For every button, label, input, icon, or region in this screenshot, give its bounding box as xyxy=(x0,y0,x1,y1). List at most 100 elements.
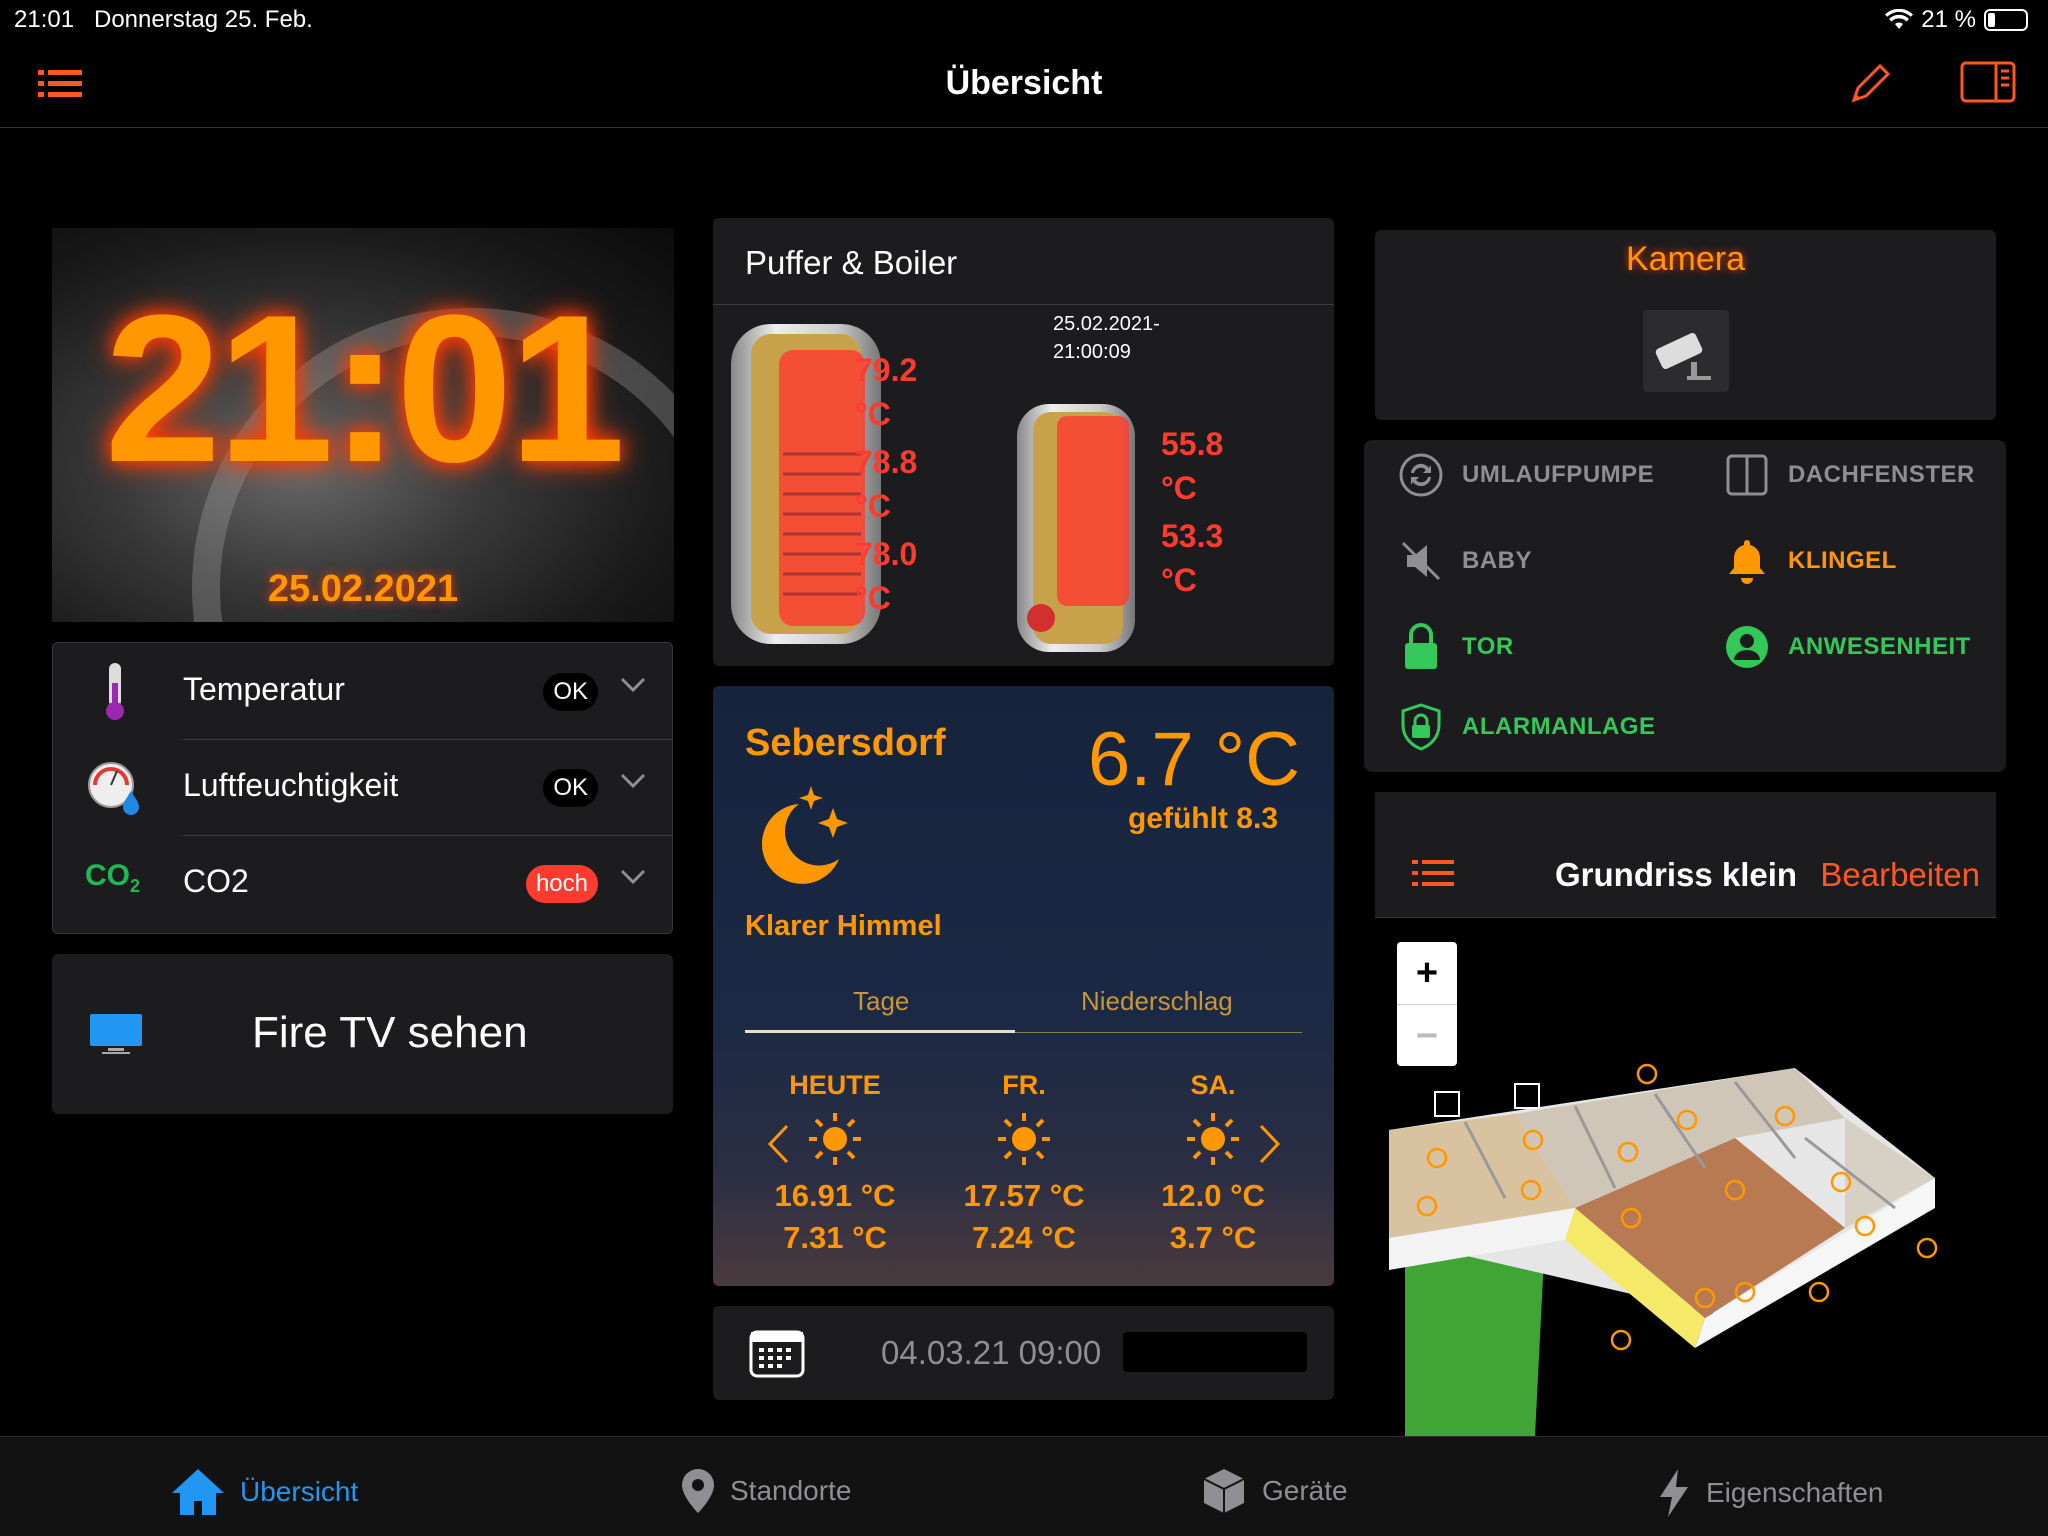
floorplan-map[interactable]: + − xyxy=(1375,918,1996,1436)
forecast-high: 12.0 °C xyxy=(1161,1178,1265,1213)
sync-icon xyxy=(1396,450,1446,500)
tank1-temp-top: 79.2 °C xyxy=(855,348,917,436)
state-label: UMLAUFPUMPE xyxy=(1462,461,1655,488)
state-label: ANWESENHEIT xyxy=(1788,633,1971,660)
weather-panel[interactable]: Sebersdorf 6.7 °C gefühlt 8.3 Klarer Him… xyxy=(713,686,1334,1286)
sidebar-toggle-button[interactable] xyxy=(1958,58,2018,106)
sensor-row-luftfeuchtigkeit[interactable]: Luftfeuchtigkeit OK xyxy=(53,739,672,835)
weather-condition: Klarer Himmel xyxy=(745,910,942,942)
state-dachfenster[interactable]: DACHFENSTER xyxy=(1722,450,1975,500)
timestamp: 25.02.2021- 21:00:09 xyxy=(1053,310,1213,366)
state-tor[interactable]: TOR xyxy=(1396,622,1514,672)
tank1-temp-mid: 78.8 °C xyxy=(855,440,917,528)
status-bar: 21:01 Donnerstag 25. Feb. 21 % xyxy=(0,0,2048,40)
floorplan-render xyxy=(1389,1063,1938,1436)
weather-temp: 6.7 °C xyxy=(1087,717,1300,802)
battery-icon xyxy=(1984,9,2028,31)
hygrometer-icon xyxy=(88,762,139,815)
lightning-icon xyxy=(1660,1469,1688,1517)
sidebar-icon xyxy=(1960,61,2016,103)
forecast-day-name: SA. xyxy=(1190,1070,1236,1100)
forecast-day: SA. 12.0 °C 3.7 °C xyxy=(1123,1070,1303,1256)
home-icon xyxy=(172,1469,224,1515)
weather-feels-like: gefühlt 8.3 xyxy=(1127,802,1278,835)
battery-percent: 21 % xyxy=(1921,6,1976,33)
state-alarmanlage[interactable]: ALARMANLAGE xyxy=(1396,702,1655,752)
tab-geraete[interactable]: Geräte xyxy=(1200,1467,1348,1515)
floorplan-edit-button[interactable]: Bearbeiten xyxy=(1820,856,1980,894)
sensor-row-temperatur[interactable]: Temperatur OK xyxy=(53,643,672,739)
edit-button[interactable] xyxy=(1846,60,1894,108)
calendar-icon xyxy=(749,1330,805,1378)
forecast-day-name: HEUTE xyxy=(789,1070,881,1100)
tank2-temp-top-unit: °C xyxy=(1161,470,1197,506)
window-icon xyxy=(1722,450,1772,500)
camera-panel[interactable]: Kamera xyxy=(1375,230,1996,420)
zoom-out-button[interactable]: − xyxy=(1397,1004,1457,1066)
forecast-low: 3.7 °C xyxy=(1169,1220,1257,1255)
sensor-row-co2[interactable]: CO2 CO2 hoch xyxy=(53,835,672,931)
pencil-icon xyxy=(1851,64,1890,103)
state-label: TOR xyxy=(1462,633,1514,660)
thermometer-icon xyxy=(106,663,124,720)
boiler-tank-image xyxy=(1017,404,1135,652)
forecast-low: 7.24 °C xyxy=(972,1220,1076,1255)
state-label: ALARMANLAGE xyxy=(1462,713,1656,740)
clock-time: 21:01 xyxy=(104,271,625,506)
tank1-temp-mid-unit: °C xyxy=(855,488,891,524)
status-badge: OK xyxy=(543,673,598,711)
calendar-event-panel[interactable]: 04.03.21 09:00 xyxy=(713,1306,1334,1400)
forecast-low: 7.31 °C xyxy=(783,1220,887,1255)
tab-label: Standorte xyxy=(730,1475,852,1506)
tab-uebersicht[interactable]: Übersicht xyxy=(170,1467,358,1517)
weather-city: Sebersdorf xyxy=(745,722,946,764)
status-badge: OK xyxy=(543,769,598,807)
nav-bar: Übersicht xyxy=(0,40,2048,128)
tab-eigenschaften[interactable]: Eigenschaften xyxy=(1656,1467,1883,1519)
state-baby[interactable]: BABY xyxy=(1396,536,1532,586)
tank2-temp-bottom-value: 53.3 xyxy=(1161,518,1224,554)
timestamp-line: 21:00:09 xyxy=(1053,341,1131,363)
wifi-icon xyxy=(1885,9,1914,29)
sensor-label: Temperatur xyxy=(183,671,345,707)
chevron-down-icon xyxy=(620,869,646,885)
tab-bar: Übersicht Standorte Geräte Eigenschaften xyxy=(0,1436,2048,1536)
tank2-temp-bottom-unit: °C xyxy=(1161,562,1197,598)
timestamp-line: 25.02.2021- xyxy=(1053,313,1160,335)
firetv-scene-button[interactable]: Fire TV sehen xyxy=(52,954,673,1114)
floorplan-title: Grundriss klein xyxy=(1555,856,1798,893)
status-badge-warning: hoch xyxy=(525,865,598,903)
list-icon xyxy=(1412,860,1454,886)
clock-date: 25.02.2021 xyxy=(267,568,459,610)
forecast-high: 16.91 °C xyxy=(774,1178,896,1213)
state-umlaufpumpe[interactable]: UMLAUFPUMPE xyxy=(1396,450,1654,500)
co2-icon-subscript: 2 xyxy=(130,876,141,896)
chevron-down-icon xyxy=(620,773,646,789)
forecast-day: FR. 17.57 °C 7.24 °C xyxy=(934,1070,1114,1256)
tab-niederschlag[interactable]: Niederschlag xyxy=(1081,986,1233,1017)
tab-label: Übersicht xyxy=(240,1476,359,1507)
forecast-high: 17.57 °C xyxy=(963,1178,1085,1213)
state-label: KLINGEL xyxy=(1788,547,1897,574)
zoom-in-button[interactable]: + xyxy=(1397,942,1457,1004)
co2-icon: CO2 xyxy=(85,859,140,897)
forecast-day: HEUTE 16.91 °C 7.31 °C xyxy=(745,1070,925,1256)
tab-standorte[interactable]: Standorte xyxy=(680,1467,851,1515)
state-anwesenheit[interactable]: ANWESENHEIT xyxy=(1722,622,1971,672)
moon-stars-icon xyxy=(761,786,848,884)
floorplan-list-button[interactable] xyxy=(1411,858,1455,888)
mute-icon xyxy=(1396,536,1446,586)
puffer-boiler-panel[interactable]: Puffer & Boiler 25.02.2021- 21:00:09 79.2… xyxy=(713,218,1334,666)
state-klingel[interactable]: KLINGEL xyxy=(1722,536,1897,586)
clock-widget[interactable]: 21:01 25.02.2021 xyxy=(52,228,674,622)
tank1-temp-bottom-value: 78.0 xyxy=(855,536,918,572)
tank1-temp-mid-value: 78.8 xyxy=(855,444,918,480)
tank2-temp-bottom: 53.3 °C xyxy=(1161,514,1223,602)
sun-icon xyxy=(998,1113,1050,1165)
tab-tage[interactable]: Tage xyxy=(853,986,909,1017)
tab-label: Eigenschaften xyxy=(1706,1477,1884,1508)
sensor-label: Luftfeuchtigkeit xyxy=(183,767,399,803)
device-state-panel: UMLAUFPUMPE DACHFENSTER BABY KLINGEL TOR… xyxy=(1364,440,2006,772)
shield-icon xyxy=(1396,702,1446,752)
monitor-icon xyxy=(90,1014,142,1054)
